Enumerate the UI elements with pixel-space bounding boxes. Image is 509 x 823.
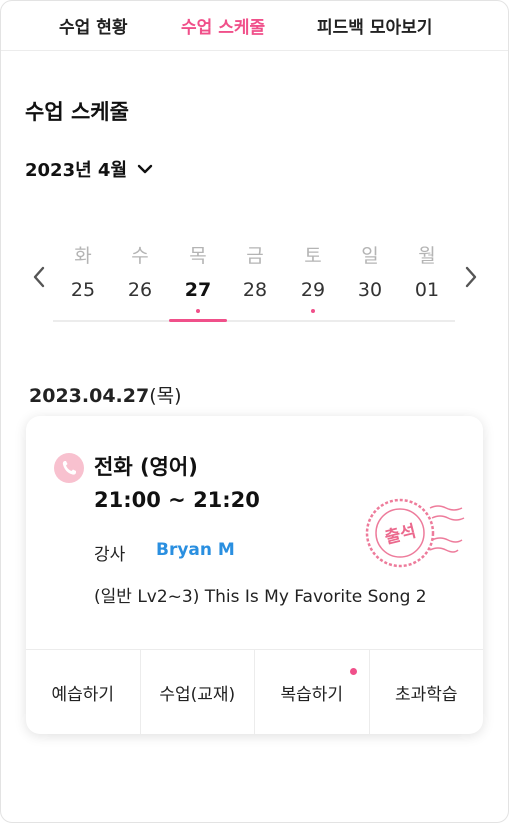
extra-study-button[interactable]: 초과학습 xyxy=(370,650,484,734)
chevron-left-icon[interactable] xyxy=(29,263,49,291)
date-number: 29 xyxy=(300,279,326,301)
weekday-label: 월 xyxy=(418,245,436,267)
weekday-label: 금 xyxy=(246,245,264,267)
weekday-label: 수 xyxy=(131,245,149,267)
date-number: 26 xyxy=(127,279,153,301)
class-material-button-label: 수업(교재) xyxy=(159,685,236,705)
review-button[interactable]: 복습하기 xyxy=(255,650,370,734)
preview-button-label: 예습하기 xyxy=(51,685,115,705)
tab-feedback-collection[interactable]: 피드백 모아보기 xyxy=(317,13,432,38)
lesson-time: 21:00 ~ 21:20 xyxy=(94,488,260,512)
review-button-label: 복습하기 xyxy=(280,685,344,705)
extra-study-button-label: 초과학습 xyxy=(394,685,458,705)
month-label: 2023년 4월 xyxy=(25,160,128,181)
app-frame: 수업 현황 수업 스케줄 피드백 모아보기 수업 스케줄 2023년 4월 화 … xyxy=(0,0,509,823)
selected-weekday: (목) xyxy=(149,385,182,407)
stamp-text: 출석 xyxy=(383,521,418,548)
section-title: 수업 스케줄 xyxy=(25,100,129,124)
preview-button[interactable]: 예습하기 xyxy=(26,650,141,734)
new-badge-dot xyxy=(349,668,357,675)
weekday-label: 토 xyxy=(304,245,322,267)
week-divider xyxy=(53,320,455,322)
weekday-label: 목 xyxy=(189,245,207,267)
chevron-down-icon xyxy=(137,164,153,174)
date-number: 25 xyxy=(70,279,96,301)
weekday-label: 일 xyxy=(361,245,379,267)
lesson-indicator-dot xyxy=(311,309,315,313)
selected-day-underline xyxy=(169,319,227,322)
date-number: 28 xyxy=(242,279,268,301)
date-number: 30 xyxy=(357,279,383,301)
teacher-label: 강사 xyxy=(94,545,126,565)
top-tab-bar: 수업 현황 수업 스케줄 피드백 모아보기 xyxy=(1,1,508,51)
tab-class-schedule[interactable]: 수업 스케줄 xyxy=(181,13,265,38)
lesson-type: 전화 (영어) xyxy=(94,455,198,479)
lesson-card: 전화 (영어) 21:00 ~ 21:20 강사 Bryan M (일반 Lv2… xyxy=(26,416,483,734)
lesson-indicator-dot xyxy=(196,309,200,313)
class-material-button[interactable]: 수업(교재) xyxy=(141,650,255,734)
selected-date-heading: 2023.04.27(목) xyxy=(29,381,182,408)
date-number: 01 xyxy=(414,279,440,301)
month-selector[interactable]: 2023년 4월 xyxy=(25,156,153,182)
lesson-title: (일반 Lv2~3) This Is My Favorite Song 2 xyxy=(94,587,427,607)
lesson-actions-bar: 예습하기 수업(교재) 복습하기 초과학습 xyxy=(26,649,483,734)
selected-date: 2023.04.27 xyxy=(29,385,150,407)
tab-class-status[interactable]: 수업 현황 xyxy=(59,13,127,38)
attendance-stamp: 출석 xyxy=(365,498,465,568)
date-number: 27 xyxy=(184,279,212,301)
chevron-right-icon[interactable] xyxy=(461,263,481,291)
phone-icon xyxy=(54,453,84,483)
teacher-name-link[interactable]: Bryan M xyxy=(156,540,235,560)
weekday-label: 화 xyxy=(74,245,92,267)
